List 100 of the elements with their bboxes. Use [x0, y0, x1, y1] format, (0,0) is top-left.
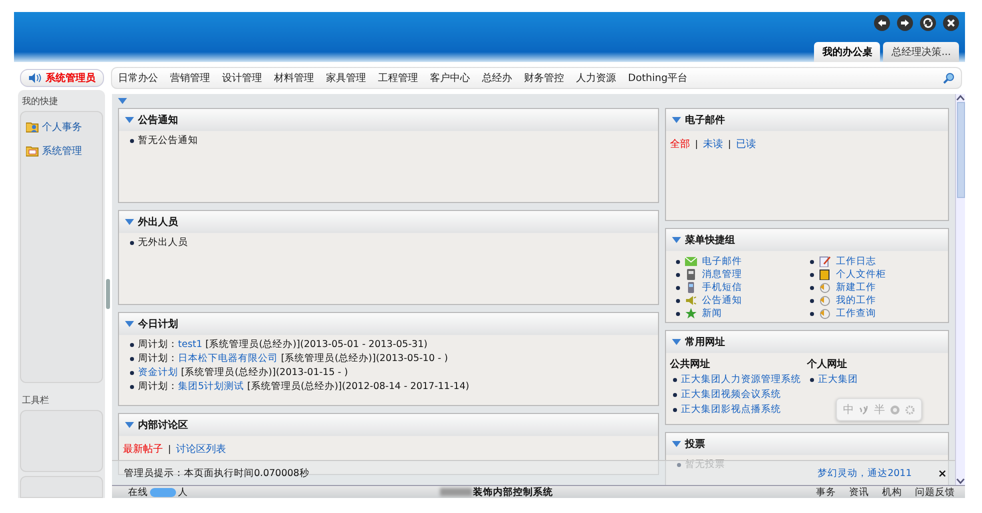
close-icon[interactable] [943, 15, 959, 31]
bullet-icon [676, 298, 680, 302]
header-tab[interactable]: 我的办公桌 [814, 42, 880, 62]
back-icon[interactable] [874, 15, 890, 31]
splitter-handle[interactable] [106, 279, 110, 309]
workflow-icon [819, 295, 831, 306]
scroll-up-icon[interactable] [956, 94, 965, 102]
collapse-triangle-icon[interactable] [125, 117, 134, 123]
online-count-pill[interactable] [150, 488, 176, 496]
filter-link[interactable]: 未读 [703, 137, 723, 151]
collapse-triangle-icon[interactable] [672, 339, 681, 345]
panel-title: 常用网址 [685, 336, 725, 349]
status-link[interactable]: 事务 [816, 486, 836, 498]
collapse-triangle-icon[interactable] [125, 321, 134, 327]
ime-mode-text: 中 [843, 402, 854, 417]
plan-link[interactable]: 集团5计划测试 [178, 381, 244, 392]
menu-item[interactable]: 设计管理 [222, 71, 262, 85]
menu-item[interactable]: 客户中心 [430, 71, 470, 85]
panel-title: 电子邮件 [685, 114, 725, 127]
shortcut-link[interactable]: 新建工作 [836, 281, 876, 294]
menu-item[interactable]: Dothing平台 [628, 71, 688, 85]
folder-user-icon [26, 121, 39, 133]
panel-title: 外出人员 [138, 216, 178, 229]
shortcut-link[interactable]: 消息管理 [702, 268, 742, 281]
speaker-icon [685, 295, 697, 306]
menu-item[interactable]: 工程管理 [378, 71, 418, 85]
header-tab[interactable]: 总经理决策... [883, 42, 959, 62]
shortcut-item[interactable]: 系统管理 [26, 144, 97, 158]
notice-link[interactable]: 梦幻灵动，通达2011 [818, 466, 912, 480]
filter-link[interactable]: 最新帖子 [123, 442, 163, 456]
bullet-icon [810, 312, 814, 316]
bullet-icon [676, 272, 680, 276]
plan-link[interactable]: 日本松下电器有限公司 [178, 353, 278, 364]
forward-icon[interactable] [897, 15, 913, 31]
panel-title: 公告通知 [138, 114, 178, 127]
punctuation-icon [859, 404, 869, 414]
shortcut-link[interactable]: 电子邮件 [702, 255, 742, 268]
folder-icon [26, 145, 39, 157]
plan-link[interactable]: 资金计划 [138, 367, 178, 378]
device-icon [685, 269, 697, 280]
menu-item[interactable]: 财务管控 [524, 71, 564, 85]
shortcut-link[interactable]: 公告通知 [702, 294, 742, 307]
filter-link[interactable]: 全部 [670, 137, 690, 151]
shortcut-link[interactable]: 工作查询 [836, 307, 876, 320]
menu-item[interactable]: 日常办公 [118, 71, 158, 85]
user-badge[interactable]: 系统管理员 [20, 69, 104, 87]
scrollbar-thumb[interactable] [956, 102, 964, 198]
panel-title: 投票 [685, 438, 705, 451]
menu-item[interactable]: 家具管理 [326, 71, 366, 85]
plan-entry: 周计划：日本松下电器有限公司 [系统管理员(总经办)](2013-05-10 - ) [138, 353, 448, 364]
shortcut-link[interactable]: 个人文件柜 [836, 268, 886, 281]
star-icon [685, 308, 697, 319]
shortcut-link[interactable]: 新闻 [702, 307, 722, 320]
scroll-down-icon[interactable] [956, 477, 965, 485]
collapse-triangle-icon[interactable] [118, 98, 127, 104]
menu-item[interactable]: 总经办 [482, 71, 512, 85]
status-link[interactable]: 资讯 [849, 486, 869, 498]
close-button[interactable]: × [938, 466, 947, 480]
menu-item[interactable]: 人力资源 [576, 71, 616, 85]
bullet-icon [130, 240, 134, 244]
workflow-icon [819, 308, 831, 319]
status-link[interactable]: 问题反馈 [915, 486, 955, 498]
notepad-icon [819, 256, 831, 267]
status-link[interactable]: 机构 [882, 486, 902, 498]
speaker-icon [28, 73, 42, 83]
filter-link[interactable]: 已读 [736, 137, 756, 151]
url-link[interactable]: 正大集团 [818, 374, 858, 385]
list-text: 暂无公告通知 [138, 135, 198, 146]
filter-link[interactable]: 讨论区列表 [176, 442, 226, 456]
online-unit: 人 [178, 486, 188, 498]
search-icon[interactable] [943, 72, 955, 84]
collapse-triangle-icon[interactable] [672, 441, 681, 447]
bullet-icon [810, 378, 814, 382]
shortcut-link[interactable]: 手机短信 [702, 281, 742, 294]
bullet-icon [810, 298, 814, 302]
refresh-icon[interactable] [920, 15, 936, 31]
bullet-icon [676, 312, 680, 316]
bullet-icon [676, 286, 680, 290]
shortcut-link[interactable]: 工作日志 [836, 255, 876, 268]
menu-item[interactable]: 材料管理 [274, 71, 314, 85]
url-link[interactable]: 正大集团影视点播系统 [681, 404, 781, 415]
collapse-triangle-icon[interactable] [672, 237, 681, 243]
shortcut-link[interactable]: 我的工作 [836, 294, 876, 307]
collapse-triangle-icon[interactable] [672, 117, 681, 123]
shortcut-item[interactable]: 个人事务 [26, 120, 97, 134]
ime-width-text: 半 [874, 402, 885, 417]
menu-item[interactable]: 营销管理 [170, 71, 210, 85]
bullet-icon [810, 286, 814, 290]
envelope-icon [685, 257, 697, 266]
panel-title: 内部讨论区 [138, 418, 188, 432]
system-title: 装饰内部控制系统 [473, 486, 553, 498]
online-label: 在线 [128, 486, 148, 498]
bullet-icon [673, 378, 677, 382]
collapse-triangle-icon[interactable] [125, 219, 134, 225]
url-link[interactable]: 正大集团人力资源管理系统 [681, 374, 801, 385]
collapse-triangle-icon[interactable] [125, 422, 134, 428]
bullet-icon [130, 138, 134, 142]
url-link[interactable]: 正大集团视频会议系统 [681, 389, 781, 400]
scrollbar[interactable] [955, 94, 965, 485]
plan-link[interactable]: test1 [178, 339, 202, 350]
